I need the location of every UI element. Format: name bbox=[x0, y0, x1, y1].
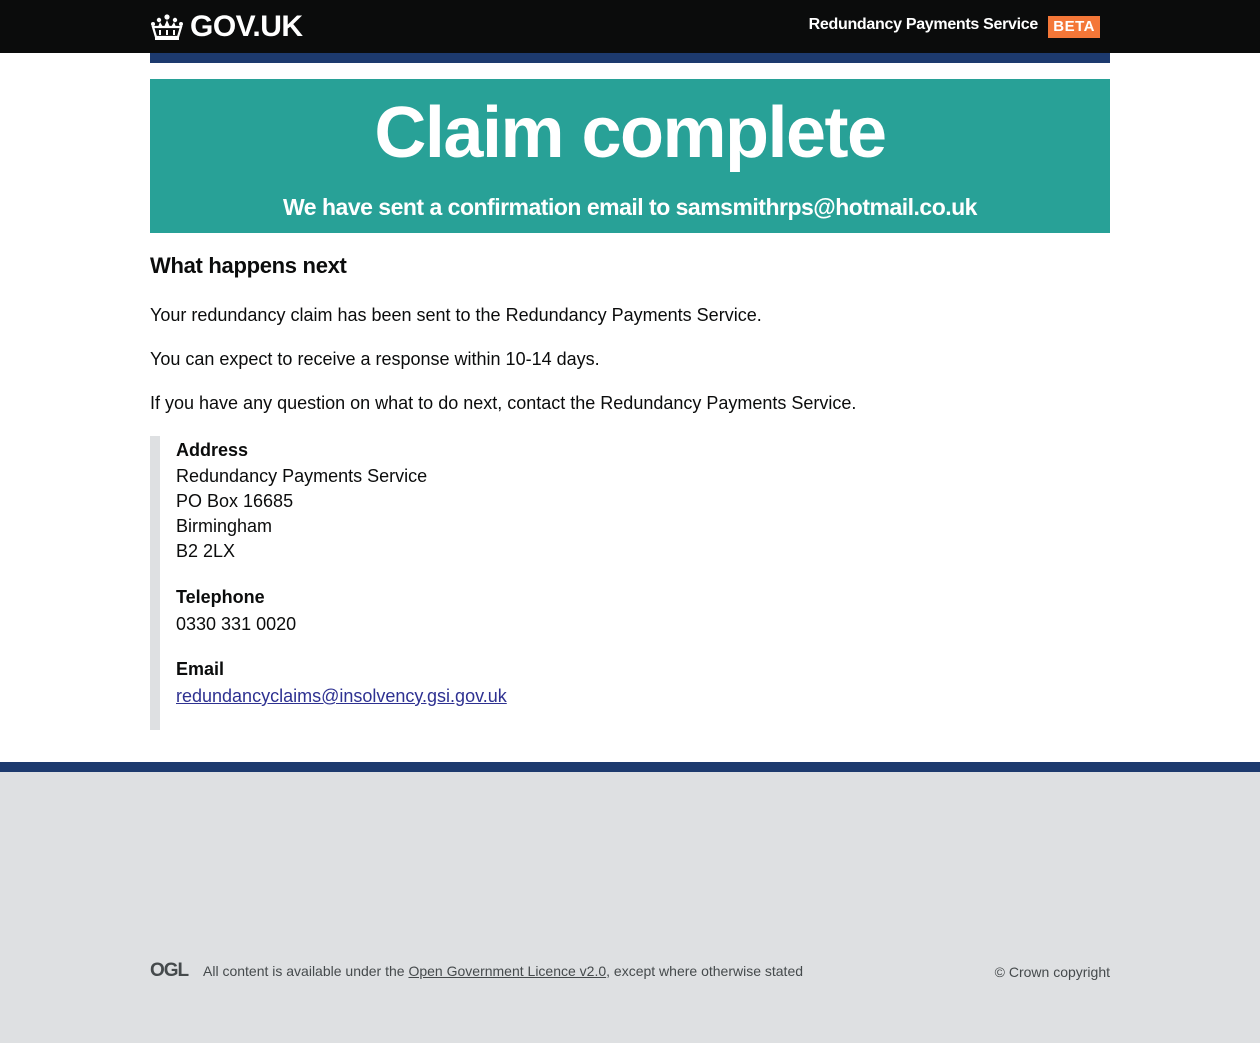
confirmation-panel: Claim complete We have sent a confirmati… bbox=[150, 79, 1110, 233]
contact-details-inset: Address Redundancy Payments Service PO B… bbox=[150, 436, 750, 730]
licence-suffix: , except where otherwise stated bbox=[606, 963, 804, 979]
header-container: GOV.UK Redundancy Payments Service BETA bbox=[150, 0, 1110, 53]
open-government-licence-link[interactable]: Open Government Licence v2.0 bbox=[408, 963, 606, 979]
response-time-paragraph: You can expect to receive a response wit… bbox=[150, 349, 600, 369]
ogl-logo-icon: OGL bbox=[150, 960, 193, 981]
address-label: Address bbox=[176, 440, 249, 460]
header-accent-bar bbox=[150, 53, 1110, 63]
phase-tag-badge: BETA bbox=[1048, 16, 1100, 38]
licence-text: All content is available under the Open … bbox=[203, 963, 803, 979]
email-label: Email bbox=[176, 659, 225, 679]
panel-title: Claim complete bbox=[374, 93, 887, 173]
claim-sent-paragraph: Your redundancy claim has been sent to t… bbox=[150, 305, 762, 325]
address-line: Redundancy Payments Service bbox=[176, 466, 428, 486]
email-link[interactable]: redundancyclaims@insolvency.gsi.gov.uk bbox=[176, 686, 507, 707]
what-happens-next-heading: What happens next bbox=[150, 253, 347, 278]
address-line: Birmingham bbox=[176, 516, 273, 536]
footer-accent-bar bbox=[0, 762, 1260, 772]
service-name-link[interactable]: Redundancy Payments Service bbox=[809, 16, 1039, 34]
address-line: PO Box 16685 bbox=[176, 491, 294, 511]
panel-body: We have sent a confirmation email to sam… bbox=[283, 194, 977, 220]
licence-prefix: All content is available under the bbox=[203, 963, 409, 979]
crown-icon bbox=[150, 13, 184, 41]
footer: OGL All content is available under the O… bbox=[0, 772, 1260, 1043]
telephone-number: 0330 331 0020 bbox=[176, 614, 297, 634]
govuk-logo-text: GOV.UK bbox=[190, 10, 303, 43]
contact-paragraph: If you have any question on what to do n… bbox=[150, 393, 857, 413]
global-header: GOV.UK Redundancy Payments Service BETA bbox=[0, 0, 1260, 53]
address-line: B2 2LX bbox=[176, 541, 236, 561]
ogl-logo-text: OGL bbox=[150, 960, 190, 978]
crown-copyright-link[interactable]: © Crown copyright bbox=[995, 964, 1110, 980]
govuk-logo-link[interactable]: GOV.UK bbox=[150, 10, 303, 44]
telephone-label: Telephone bbox=[176, 587, 265, 607]
